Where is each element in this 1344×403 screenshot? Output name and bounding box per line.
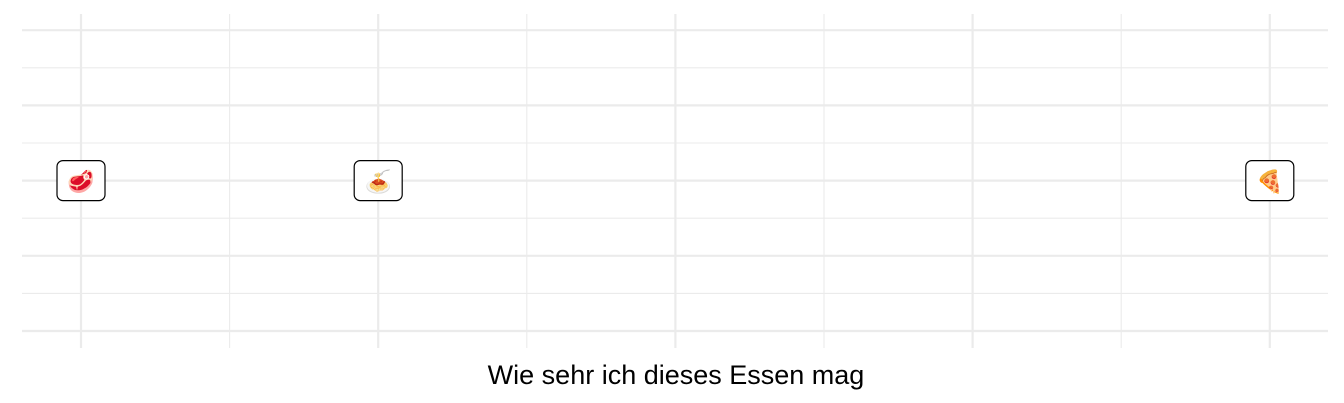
data-point: 🥩 [56,160,106,202]
grid [22,14,1328,348]
spaghetti-icon: 🍝 [364,169,391,194]
chart: 🥩 🍝 🍕 Wie sehr ich dieses Essen mag [22,14,1328,390]
data-point: 🍕 [1245,160,1295,202]
data-point: 🍝 [353,160,403,202]
pizza-slice-icon: 🍕 [1256,169,1283,194]
x-axis-title: Wie sehr ich dieses Essen mag [488,360,865,390]
meat-steak-icon: 🥩 [67,169,94,195]
